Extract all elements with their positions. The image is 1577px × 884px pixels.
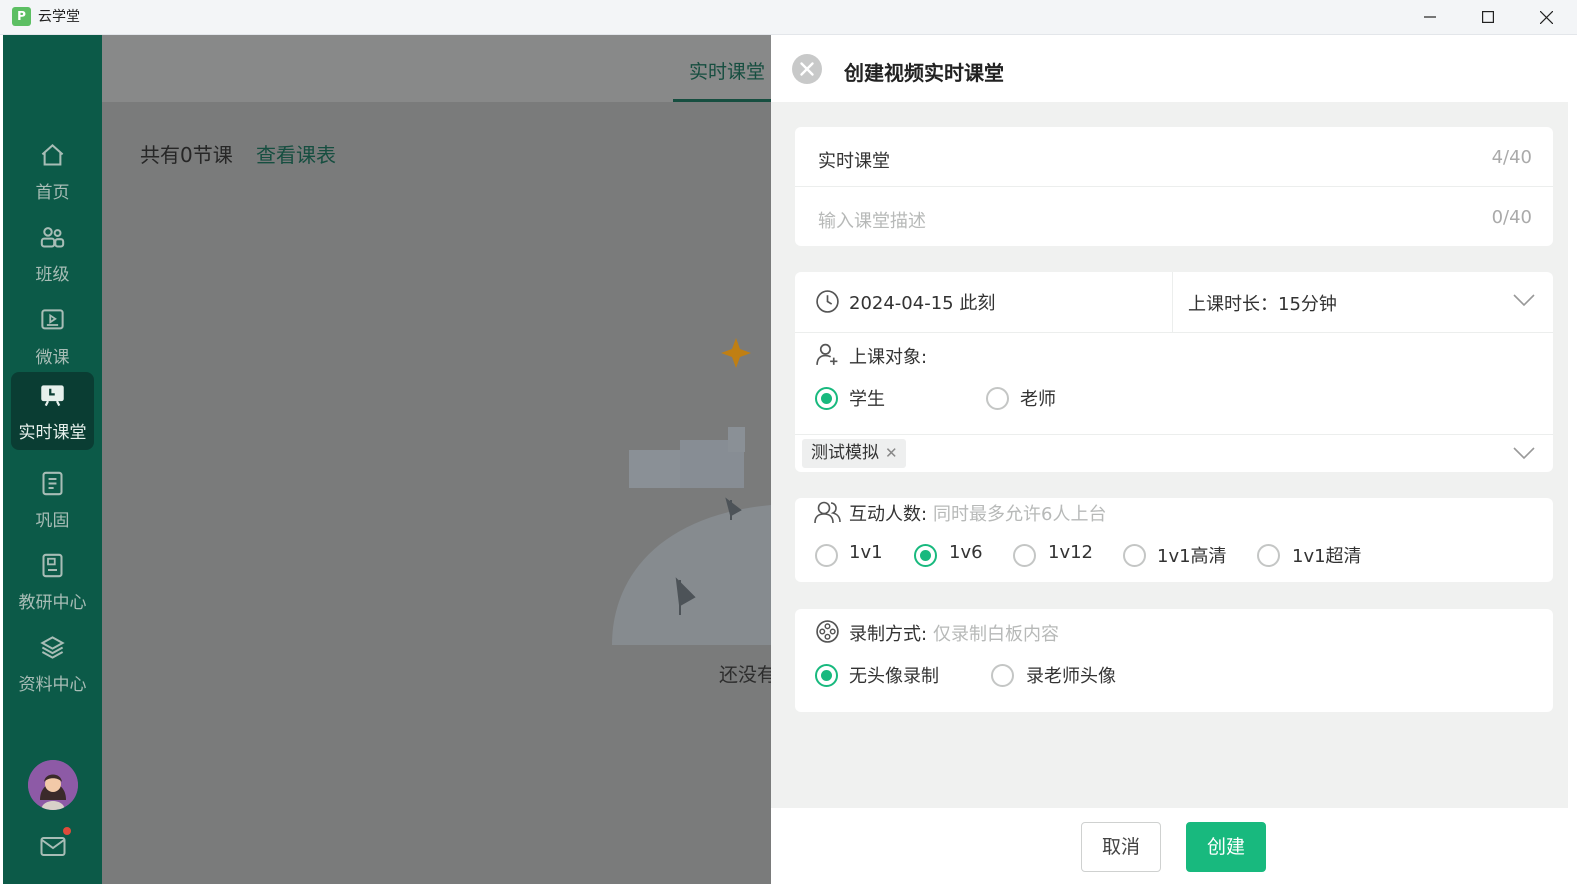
interaction-option-label: 1v1高清 (1157, 546, 1227, 567)
class-name-input[interactable]: 实时课堂 (818, 147, 890, 173)
sidebar-item-label: 巩固 (35, 511, 70, 531)
panel-header: 创建视频实时课堂 (771, 35, 1568, 102)
main-header: 实时课堂 (102, 35, 771, 102)
empty-state-illustration-icon (612, 338, 771, 645)
maximize-button[interactable] (1459, 0, 1517, 34)
home-icon (41, 144, 64, 166)
interaction-1v6-radio[interactable] (914, 544, 937, 567)
panel-footer: 取消 创建 (771, 808, 1568, 884)
sidebar-item-class[interactable]: 班级 (11, 214, 94, 292)
notebook-icon (42, 471, 63, 496)
recording-option-label: 无头像录制 (849, 666, 939, 687)
sidebar-item-research[interactable]: 教研中心 (11, 542, 94, 620)
audience-label: 上课对象: (849, 347, 928, 368)
add-user-icon (816, 343, 838, 365)
schedule-audience-card: 2024-04-15 此刻 上课时长：15分钟 上课对象: 学生 老师 测试模拟… (795, 272, 1553, 472)
film-reel-icon (816, 620, 839, 643)
class-description-input[interactable]: 输入课堂描述 (818, 207, 926, 233)
title-bar: P 云学堂 (0, 0, 1577, 35)
users-icon (40, 227, 65, 248)
interaction-1v1-uhd-radio[interactable] (1257, 544, 1280, 567)
create-button[interactable]: 创建 (1186, 822, 1266, 872)
sidebar-item-label: 实时课堂 (18, 423, 87, 443)
unread-badge (63, 827, 71, 835)
name-description-card: 实时课堂 4/40 输入课堂描述 0/40 (795, 127, 1553, 246)
recording-option-label: 录老师头像 (1026, 666, 1116, 687)
recording-card: 录制方式: 仅录制白板内容 无头像录制 录老师头像 (795, 609, 1553, 712)
chevron-down-icon[interactable] (1513, 447, 1535, 460)
sidebar-item-label: 教研中心 (18, 593, 87, 613)
divider (795, 434, 1553, 435)
layers-icon (40, 636, 65, 659)
mail-icon[interactable] (40, 835, 66, 859)
close-icon (800, 62, 814, 76)
interaction-hint: 同时最多允许6人上台 (933, 504, 1107, 525)
class-name-counter: 4/40 (1491, 147, 1532, 168)
audience-student-radio[interactable] (815, 387, 838, 410)
interaction-card: 互动人数: 同时最多允许6人上台 1v1 1v6 1v12 1v1高清 1v1超… (795, 498, 1553, 582)
interaction-option-label: 1v1超清 (1292, 546, 1362, 567)
interaction-label: 互动人数: (849, 504, 928, 525)
active-tab-indicator (673, 99, 771, 102)
interaction-option-label: 1v6 (949, 542, 983, 563)
sidebar: 首页 班级 微课 实时课堂 巩固 教研中心 资料中心 (3, 35, 102, 884)
close-window-button[interactable] (1517, 0, 1575, 34)
class-tag: 测试模拟 ✕ (802, 439, 906, 468)
avatar-icon (28, 760, 78, 810)
sidebar-item-label: 班级 (35, 265, 70, 285)
sidebar-item-home[interactable]: 首页 (11, 132, 94, 210)
recording-label: 录制方式: (849, 624, 928, 645)
research-icon (42, 553, 63, 578)
group-icon (814, 501, 841, 524)
recording-teacher-avatar-radio[interactable] (991, 664, 1014, 687)
minimize-button[interactable] (1401, 0, 1459, 34)
sidebar-item-resources[interactable]: 资料中心 (11, 624, 94, 702)
video-lesson-icon (41, 309, 64, 330)
recording-no-avatar-radio[interactable] (815, 664, 838, 687)
divider (795, 186, 1553, 187)
live-class-icon (41, 385, 64, 407)
class-description-counter: 0/40 (1491, 207, 1532, 228)
lesson-count: 共有0节课 (140, 143, 233, 167)
sidebar-item-label: 首页 (35, 183, 70, 203)
sidebar-item-label: 微课 (35, 348, 70, 368)
maximize-icon (1482, 11, 1494, 23)
start-time-picker[interactable]: 2024-04-15 此刻 (849, 289, 995, 315)
interaction-1v12-radio[interactable] (1013, 544, 1036, 567)
sidebar-item-label: 资料中心 (18, 675, 87, 695)
duration-select[interactable]: 上课时长：15分钟 (1188, 290, 1337, 316)
main-content: 实时课堂 共有0节课 查看课表 还没有 (102, 35, 771, 884)
audience-student-label: 学生 (849, 389, 885, 410)
audience-teacher-label: 老师 (1020, 389, 1056, 410)
class-tag-label: 测试模拟 (811, 443, 879, 463)
chevron-down-icon[interactable] (1513, 294, 1535, 307)
interaction-option-label: 1v12 (1048, 542, 1094, 563)
minimize-icon (1424, 16, 1436, 18)
remove-tag-icon[interactable]: ✕ (885, 444, 898, 462)
sidebar-item-review[interactable]: 巩固 (11, 460, 94, 538)
app-logo-icon: P (12, 7, 31, 26)
panel-title: 创建视频实时课堂 (844, 61, 1004, 85)
clock-icon (816, 290, 839, 313)
user-avatar[interactable] (28, 760, 78, 810)
interaction-option-label: 1v1 (849, 542, 883, 563)
app-title: 云学堂 (38, 9, 80, 25)
close-icon (1539, 10, 1553, 24)
interaction-1v1-radio[interactable] (815, 544, 838, 567)
divider (795, 332, 1553, 333)
sidebar-item-live-class[interactable]: 实时课堂 (11, 372, 94, 450)
divider (1172, 272, 1173, 332)
audience-teacher-radio[interactable] (986, 387, 1009, 410)
tab-live-class[interactable]: 实时课堂 (689, 57, 765, 84)
empty-state-text: 还没有 (719, 664, 771, 686)
view-schedule-link[interactable]: 查看课表 (256, 139, 336, 168)
create-live-class-panel: 创建视频实时课堂 实时课堂 4/40 输入课堂描述 0/40 2024-04-1… (771, 35, 1568, 884)
recording-hint: 仅录制白板内容 (933, 624, 1059, 645)
panel-close-button[interactable] (792, 54, 822, 84)
interaction-1v1-hd-radio[interactable] (1123, 544, 1146, 567)
sidebar-item-microlesson[interactable]: 微课 (11, 297, 94, 375)
cancel-button[interactable]: 取消 (1081, 822, 1161, 872)
